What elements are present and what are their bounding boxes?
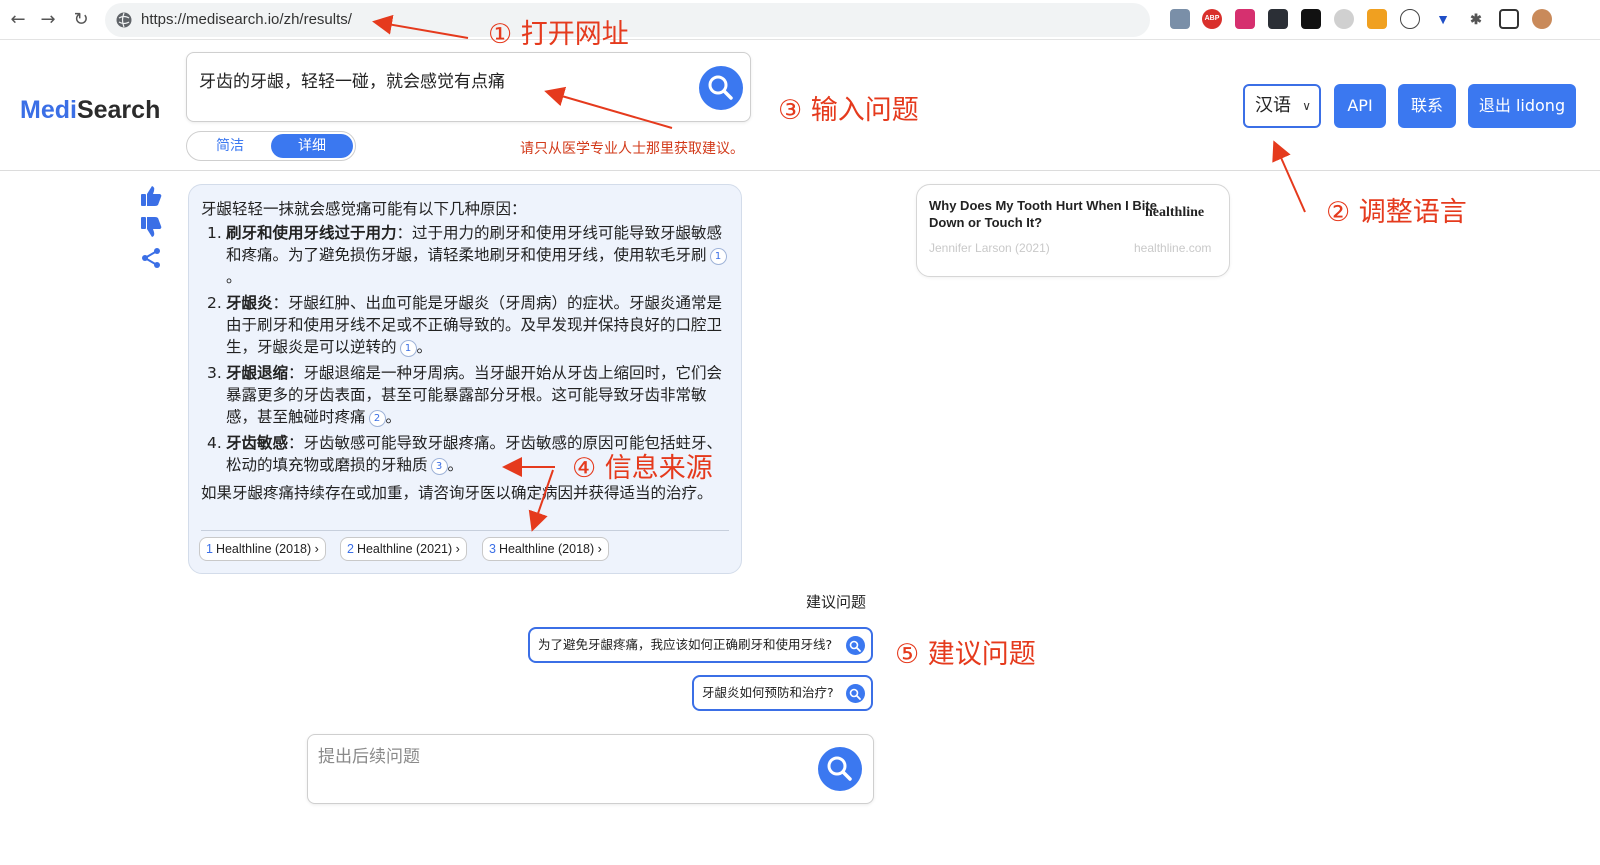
sidebar-icon[interactable]: [1499, 9, 1519, 29]
site-info-icon[interactable]: [115, 11, 133, 29]
moon-icon[interactable]: [1334, 9, 1354, 29]
source-card[interactable]: Why Does My Tooth Hurt When I Bite Down …: [916, 184, 1230, 277]
search-icon: [846, 684, 865, 703]
answer-intro: 牙龈轻轻一抹就会感觉痛可能有以下几种原因：: [201, 200, 527, 218]
search-icon: [846, 636, 865, 655]
search-button[interactable]: [699, 66, 743, 110]
chevron-right-icon: ›: [597, 542, 602, 556]
dots-icon[interactable]: [1268, 9, 1288, 29]
back-button[interactable]: ←: [6, 8, 30, 32]
source-chip-2[interactable]: 2 Healthline (2021) ›: [340, 537, 467, 561]
annotation-step-4: ④ 信息来源: [572, 453, 713, 484]
citation-badge[interactable]: 2: [368, 410, 386, 427]
chevron-right-icon: ›: [455, 542, 460, 556]
puzzle-icon[interactable]: ✱: [1466, 9, 1486, 29]
answer-outro: 如果牙龈疼痛持续存在或加重，请咨询牙医以确定病因并获得适当的治疗。: [201, 484, 713, 502]
divider: [201, 530, 729, 531]
annotation-step-1: ① 打开网址: [488, 19, 629, 50]
puzzle-color-icon[interactable]: [1367, 9, 1387, 29]
reload-button[interactable]: ↻: [69, 8, 93, 32]
list-item: 1. 刷牙和使用牙线过于用力：过于用力的刷牙和使用牙线可能导致牙龈敏感和疼痛。为了…: [201, 222, 729, 288]
annotation-step-3: ③ 输入问题: [778, 95, 919, 126]
answer-card: 牙龈轻轻一抹就会感觉痛可能有以下几种原因： 1. 刷牙和使用牙线过于用力：过于用力…: [188, 184, 742, 574]
translate-icon[interactable]: [1235, 9, 1255, 29]
avatar-icon[interactable]: [1532, 9, 1552, 29]
language-value: 汉语: [1255, 95, 1291, 116]
citation-badge[interactable]: 1: [709, 248, 727, 265]
query-box[interactable]: 牙齿的牙龈，轻轻一碰，就会感觉有点痛: [186, 52, 751, 122]
search-icon: [827, 756, 852, 781]
contact-button[interactable]: 联系: [1398, 84, 1456, 128]
source-chip-3[interactable]: 3 Healthline (2018) ›: [482, 537, 609, 561]
openai-icon[interactable]: [1400, 9, 1420, 29]
logout-button[interactable]: 退出 lidong: [1468, 84, 1576, 128]
followup-box: [307, 734, 874, 804]
forward-button[interactable]: →: [36, 8, 60, 32]
source-chip-1[interactable]: 1 Healthline (2018) ›: [199, 537, 326, 561]
suggested-question-1[interactable]: 为了避免牙龈疼痛，我应该如何正确刷牙和使用牙线?: [528, 627, 873, 663]
disclaimer: 请只从医学专业人士那里获取建议。: [520, 141, 744, 157]
source-title: Why Does My Tooth Hurt When I Bite Down …: [929, 198, 1157, 230]
image-icon[interactable]: [1170, 9, 1190, 29]
thumbs-up-icon[interactable]: [139, 184, 163, 208]
list-item: 3. 牙龈退缩：牙龈退缩是一种牙周病。当牙龈开始从牙齿上缩回时，它们会暴露更多的牙…: [207, 364, 723, 427]
mode-concise[interactable]: 简洁: [189, 134, 271, 158]
mode-toggle: 简洁 详细: [186, 131, 356, 161]
followup-input[interactable]: [318, 747, 788, 767]
answer-list: 1. 刷牙和使用牙线过于用力：过于用力的刷牙和使用牙线可能导致牙龈敏感和疼痛。为了…: [201, 222, 729, 480]
api-button[interactable]: API: [1334, 84, 1386, 128]
thumbs-down-icon[interactable]: [139, 215, 163, 239]
followup-search-button[interactable]: [818, 747, 862, 791]
source-domain: healthline.com: [1134, 241, 1212, 255]
annotation-step-2: ② 调整语言: [1326, 197, 1467, 228]
annotation-step-5: ⑤ 建议问题: [895, 639, 1036, 670]
l-icon[interactable]: [1301, 9, 1321, 29]
search-icon: [708, 75, 733, 100]
citation-badge[interactable]: 1: [399, 340, 417, 357]
v-icon[interactable]: ▼: [1433, 9, 1453, 29]
language-select[interactable]: 汉语 ∨: [1243, 84, 1321, 128]
url-text: https://medisearch.io/zh/results/: [141, 11, 352, 28]
abp-icon[interactable]: ABP: [1202, 9, 1222, 29]
source-brand-logo: healthline: [1145, 205, 1205, 220]
query-text[interactable]: 牙齿的牙龈，轻轻一碰，就会感觉有点痛: [199, 67, 505, 92]
share-icon[interactable]: [139, 246, 163, 270]
suggested-heading: 建议问题: [806, 593, 867, 611]
logo[interactable]: MediSearch: [20, 96, 160, 125]
chevron-right-icon: ›: [314, 542, 319, 556]
browser-toolbar: ← → ↻ https://medisearch.io/zh/results/ …: [0, 0, 1600, 40]
citation-badge[interactable]: 3: [430, 458, 448, 475]
suggested-question-2[interactable]: 牙龈炎如何预防和治疗?: [692, 675, 873, 711]
mode-detailed[interactable]: 详细: [271, 134, 353, 158]
source-author: Jennifer Larson (2021): [929, 241, 1050, 255]
chevron-down-icon: ∨: [1302, 99, 1311, 113]
list-item: 2. 牙龈炎：牙龈红肿、出血可能是牙龈炎（牙周病）的症状。牙龈炎通常是由于刷牙和使…: [207, 294, 723, 357]
